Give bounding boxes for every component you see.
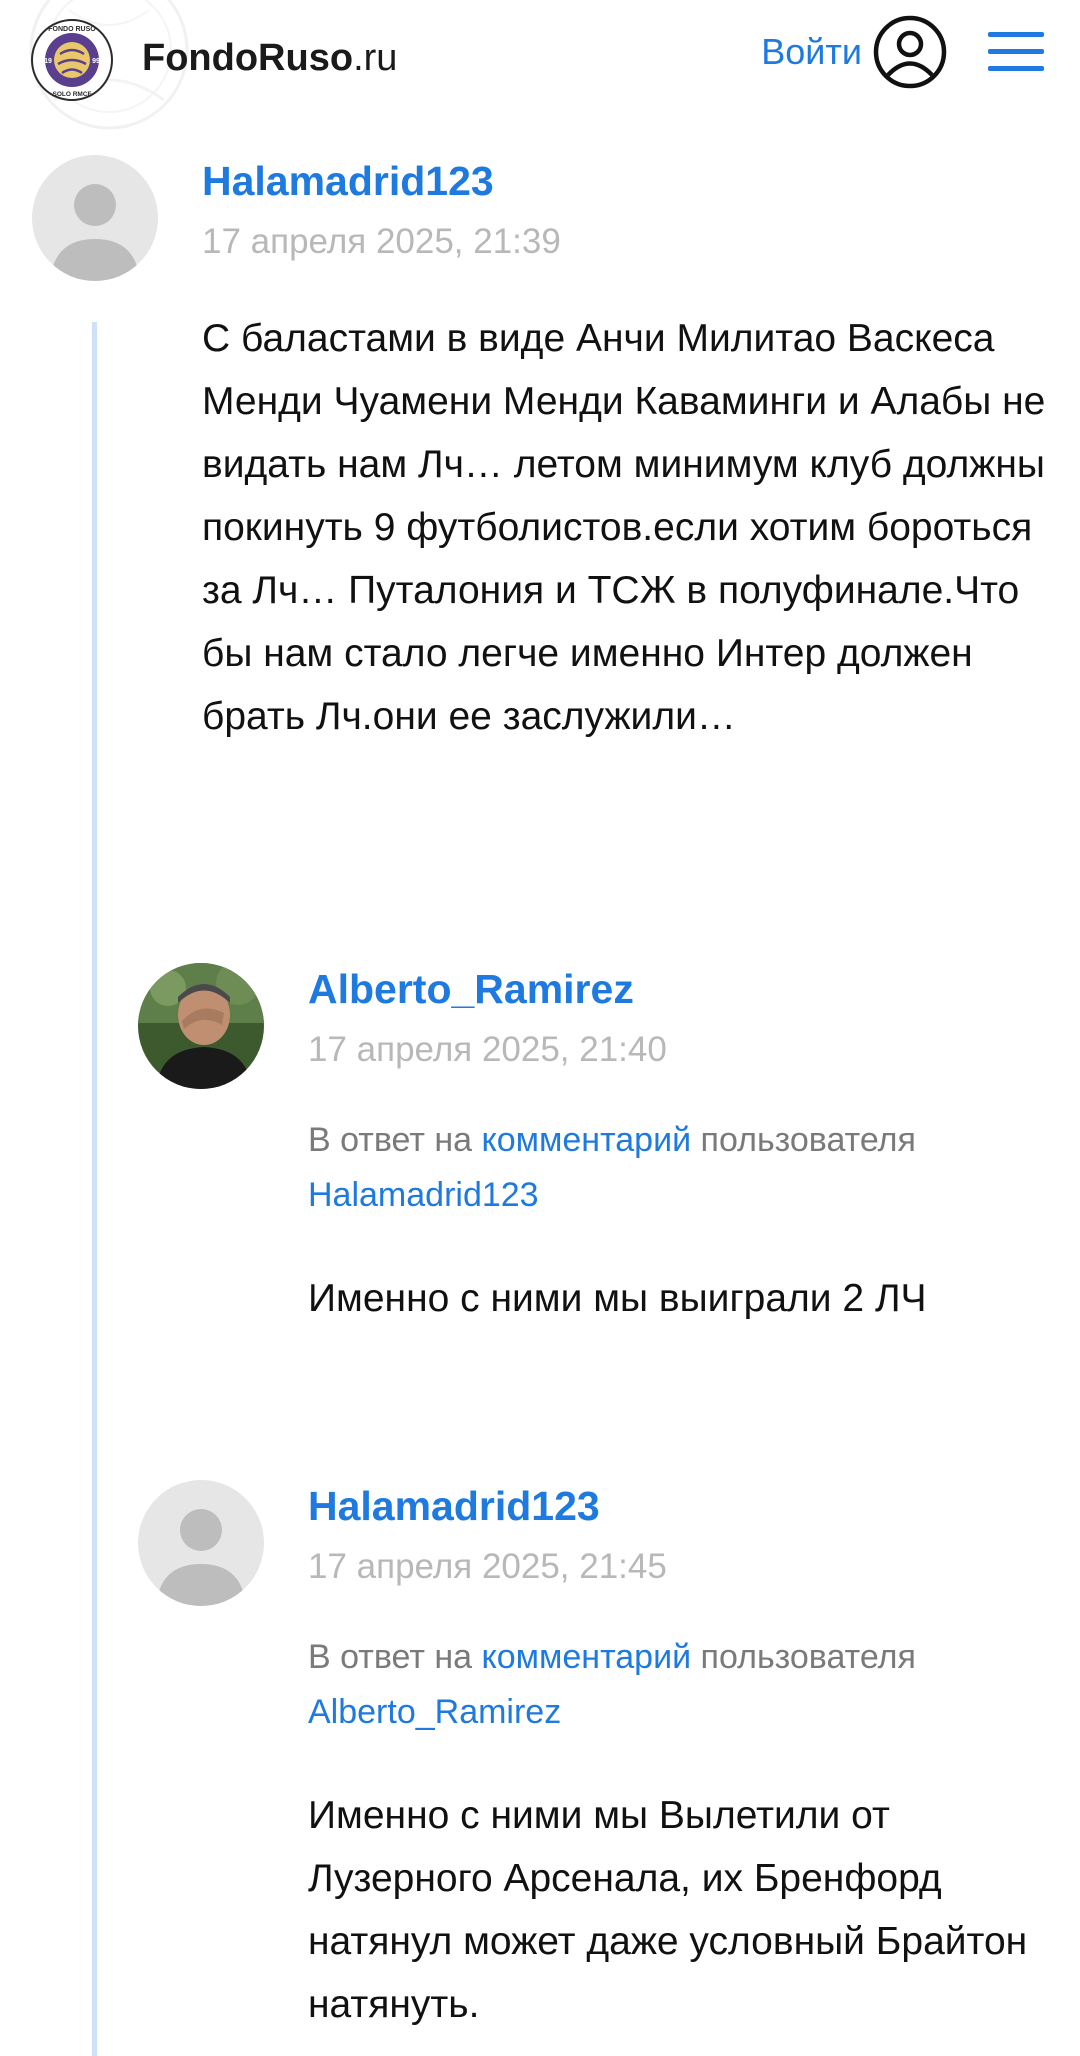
avatar[interactable]: [138, 1480, 264, 1606]
comment-author[interactable]: Halamadrid123: [202, 156, 494, 206]
comment-text: Именно с ними мы выиграли 2 ЛЧ: [308, 1277, 927, 1320]
logo-top-text: FONDO RUSO: [48, 26, 96, 33]
fondoruso-logo-icon[interactable]: FONDO RUSO SOLO RMCF 19 99: [30, 18, 114, 102]
logo-bottom-text: SOLO RMCF: [53, 91, 92, 98]
reply-middle: пользователя: [700, 1121, 916, 1159]
comment-text: Именно с ними мы Вылетили от Лузерного А…: [308, 1794, 1028, 2026]
logo-year-right: 99: [92, 58, 100, 65]
hamburger-menu-icon[interactable]: [988, 30, 1044, 72]
comment-3: Halamadrid123 17 апреля 2025, 21:45 В от…: [0, 0, 1080, 2026]
comment-date: 17 апреля 2025, 21:40: [308, 1030, 667, 1069]
comment-author[interactable]: Alberto_Ramirez: [308, 964, 634, 1014]
thread-line: [92, 322, 97, 2056]
reply-comment-link[interactable]: комментарий: [481, 1121, 691, 1159]
brand-name[interactable]: FondoRuso.ru: [142, 34, 397, 82]
reply-user-link[interactable]: Halamadrid123: [308, 1176, 539, 1214]
brand-name-suffix: .ru: [353, 37, 398, 79]
comment-date: 17 апреля 2025, 21:39: [202, 222, 561, 261]
reply-info: В ответ на комментарий пользователя Halam…: [308, 1113, 1080, 1223]
reply-comment-link[interactable]: комментарий: [481, 1638, 691, 1676]
login-link[interactable]: Войти: [761, 28, 862, 76]
reply-prefix: В ответ на: [308, 1121, 473, 1159]
default-avatar-icon: [32, 155, 158, 281]
comment-date: 17 апреля 2025, 21:45: [308, 1547, 667, 1586]
default-avatar-icon: [138, 1480, 264, 1606]
comment-author[interactable]: Halamadrid123: [308, 1481, 600, 1531]
avatar[interactable]: [138, 963, 264, 1089]
brand-name-bold: FondoRuso: [142, 37, 354, 79]
user-circle-icon[interactable]: [872, 14, 948, 90]
logo-year-left: 19: [44, 58, 52, 65]
reply-middle: пользователя: [700, 1638, 916, 1676]
avatar[interactable]: [32, 155, 158, 281]
reply-user-link[interactable]: Alberto_Ramirez: [308, 1693, 561, 1731]
reply-prefix: В ответ на: [308, 1638, 473, 1676]
comment-text: С баластами в виде Анчи Милитао Васкеса …: [202, 317, 1046, 738]
user-photo-avatar: [138, 963, 264, 1089]
reply-info: В ответ на комментарий пользователя Alber…: [308, 1630, 1080, 1740]
site-header: FONDO RUSO SOLO RMCF 19 99 FondoRuso.ru …: [0, 0, 1080, 130]
